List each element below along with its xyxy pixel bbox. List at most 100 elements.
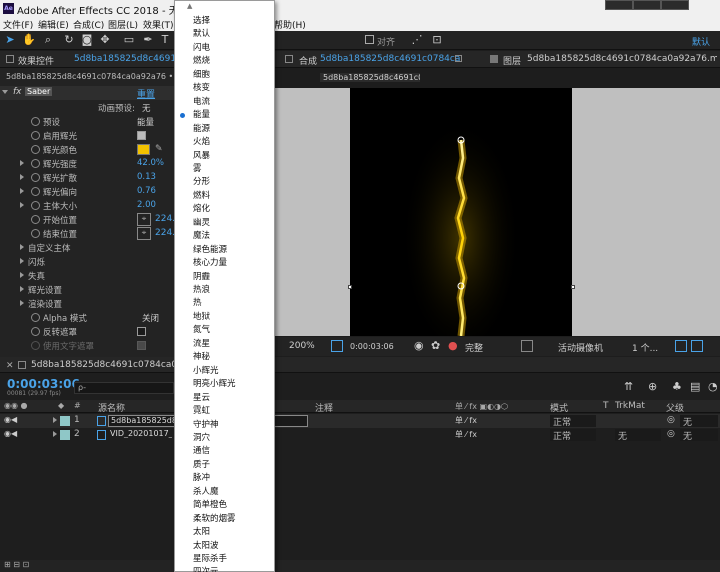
preset-option[interactable]: 星云 — [193, 392, 210, 405]
transform-handle-left[interactable] — [348, 285, 352, 289]
pick-whip-icon[interactable]: ◎ — [667, 429, 675, 439]
layer-switches[interactable]: 单 ⁄ fx — [455, 429, 477, 440]
preset-option[interactable]: 分形 — [193, 176, 210, 189]
tab-layer-label[interactable]: 图层 — [503, 54, 521, 67]
comment-header[interactable]: 注释 — [315, 401, 333, 414]
fx-icon[interactable]: fx — [13, 87, 22, 97]
panel-menu-icon[interactable] — [18, 361, 26, 369]
mode-dropdown[interactable]: 正常 — [550, 415, 596, 428]
comp-sub-tab[interactable]: 5d8ba185825d8c4691c0784ca0a92a76 — [320, 73, 420, 82]
selection-tool-icon[interactable]: ➤ — [3, 33, 17, 47]
show-snapshot-icon[interactable]: ✿ — [431, 339, 440, 352]
region-of-interest-icon[interactable] — [331, 340, 343, 352]
table-row[interactable]: ◉◀ 2 VID_20201017_2 单 ⁄ fx 正常 无 ◎ 无 — [0, 428, 720, 442]
preset-option[interactable]: 热浪 — [193, 284, 210, 297]
camera-tool-icon[interactable]: ◙ — [80, 33, 94, 47]
trkmat-dropdown[interactable]: 无 — [615, 429, 661, 442]
preset-option[interactable]: 太阳波 — [193, 540, 219, 553]
motion-blur-icon[interactable]: ◔ — [708, 380, 718, 393]
preset-option[interactable]: 电流 — [193, 96, 210, 109]
visibility-icon[interactable]: ◉◀ — [4, 429, 17, 438]
preset-option[interactable]: 地狱 — [193, 311, 210, 324]
preset-option[interactable]: 神秘 — [193, 351, 210, 364]
transparency-grid-icon[interactable] — [521, 340, 533, 352]
preset-option[interactable]: 魔法 — [193, 230, 210, 243]
preset-option[interactable]: 细胞 — [193, 69, 210, 82]
group-render-settings[interactable]: 渲染设置 — [0, 297, 175, 311]
preset-option[interactable]: 绿色能源 — [193, 244, 227, 257]
panel-menu-icon[interactable] — [285, 55, 293, 63]
menu-layer[interactable]: 图层(L) — [108, 18, 138, 31]
preset-option[interactable]: 柔软的烟雾 — [193, 513, 236, 526]
label-color-swatch[interactable] — [60, 430, 70, 440]
preset-option[interactable]: 火焰 — [193, 136, 210, 149]
source-name-header[interactable]: 源名称 — [98, 401, 125, 414]
preset-option[interactable]: 闪电 — [193, 42, 210, 55]
preset-option[interactable]: 四次元 — [193, 566, 219, 572]
preset-option[interactable]: 雾 — [193, 163, 202, 176]
saber-effect-row[interactable]: fx Saber 重置 — [0, 86, 175, 100]
preset-option[interactable]: 霓虹 — [193, 405, 210, 418]
preset-option[interactable]: 阴霾 — [193, 271, 210, 284]
group-distortion[interactable]: 失真 — [0, 269, 175, 283]
preset-option[interactable]: 燃烧 — [193, 55, 210, 68]
label-color-swatch[interactable] — [60, 416, 70, 426]
preset-option[interactable]: 守护神 — [193, 419, 219, 432]
comp-flowchart-icon[interactable]: ⇈ — [624, 380, 633, 393]
preset-option[interactable]: 流星 — [193, 338, 210, 351]
preset-option[interactable]: 幽灵 — [193, 217, 210, 230]
hand-tool-icon[interactable]: ✋ — [22, 33, 36, 47]
group-glow-settings[interactable]: 辉光设置 — [0, 283, 175, 297]
timeline-search-input[interactable]: ρ- — [74, 382, 174, 394]
menu-effect[interactable]: 效果(T) — [143, 18, 174, 31]
mode-dropdown[interactable]: 正常 — [550, 429, 596, 442]
pick-whip-icon[interactable]: ◎ — [667, 415, 675, 425]
parent-dropdown[interactable]: 无 — [680, 429, 718, 442]
fast-preview-icon[interactable] — [675, 340, 687, 352]
menu-file[interactable]: 文件(F) — [3, 18, 33, 31]
tab-effect-controls-label[interactable]: 效果控件 — [18, 54, 54, 67]
preset-option[interactable]: 小辉光 — [193, 365, 219, 378]
preset-option[interactable]: 氮气 — [193, 324, 210, 337]
close-icon[interactable] — [661, 0, 689, 10]
glow-spread-value[interactable]: 0.13 — [137, 172, 156, 182]
shy-layers-icon[interactable]: ♣ — [672, 380, 682, 393]
footer-toggle-icons[interactable]: ⊞ ⊟ ⊡ — [4, 560, 29, 569]
reset-button[interactable]: 重置 — [137, 87, 155, 100]
draft-3d-icon[interactable]: ⊕ — [648, 380, 657, 393]
snap-grid-icon[interactable]: ⊡ — [430, 33, 444, 47]
animation-preset-value[interactable]: 无 — [142, 102, 151, 114]
viewer-time[interactable]: 0:00:03:06 — [350, 342, 394, 351]
comp-canvas[interactable] — [350, 88, 572, 336]
lock-icon[interactable] — [455, 55, 462, 62]
preset-option[interactable]: 核心力量 — [193, 257, 227, 270]
eyedropper-icon[interactable]: ✎ — [155, 144, 163, 154]
preset-option[interactable]: 风暴 — [193, 150, 210, 163]
close-tab-icon[interactable]: ✕ — [6, 361, 14, 371]
preset-option[interactable]: 通信 — [193, 445, 210, 458]
channel-icon[interactable]: ● — [448, 339, 458, 352]
minimize-icon[interactable] — [605, 0, 633, 10]
preset-option[interactable]: 热 — [193, 297, 202, 310]
pen-tool-icon[interactable]: ✒ — [141, 33, 155, 47]
text-mask-checkbox[interactable] — [137, 341, 146, 350]
crosshair-icon[interactable]: ⌖ — [137, 213, 151, 226]
preset-option[interactable]: 脉冲 — [193, 472, 210, 485]
table-row[interactable]: ◉◀ 1 5d8ba185825d8c4 单 ⁄ fx 正常 ◎ 无 — [0, 414, 720, 428]
views-dropdown[interactable]: 1 个... — [632, 341, 658, 354]
alpha-mode-dropdown[interactable]: 关闭 — [142, 312, 159, 324]
glow-color-swatch[interactable] — [137, 144, 150, 155]
preset-option[interactable]: 明亮小辉光 — [193, 378, 236, 391]
menu-help[interactable]: 帮助(H) — [274, 18, 306, 31]
workspace-default[interactable]: 默认 — [692, 35, 710, 48]
snapshot-icon[interactable]: ◉ — [414, 339, 424, 352]
layer-name[interactable]: VID_20201017_2 — [110, 429, 172, 438]
scroll-up-arrow-icon[interactable]: ▲ — [187, 2, 192, 10]
core-size-value[interactable]: 2.00 — [137, 200, 156, 210]
preset-option[interactable]: 洞穴 — [193, 432, 210, 445]
preset-option[interactable]: 熔化 — [193, 203, 210, 216]
preset-option[interactable]: 质子 — [193, 459, 210, 472]
preset-option[interactable]: 默认 — [193, 28, 210, 41]
snap-options-icon[interactable]: ⋰ — [410, 33, 424, 47]
preset-option[interactable]: 太阳 — [193, 526, 210, 539]
